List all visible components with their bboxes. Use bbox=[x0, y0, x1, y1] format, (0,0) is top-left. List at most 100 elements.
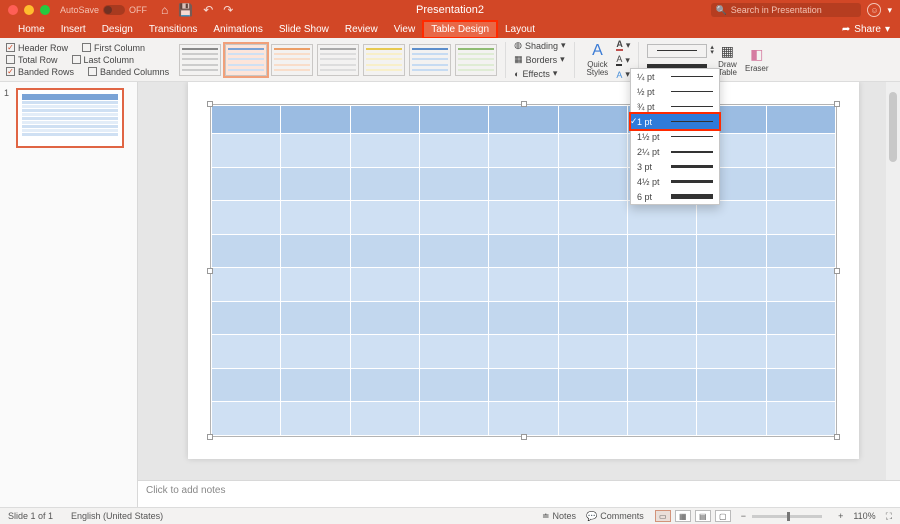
minimize-window-button[interactable] bbox=[24, 5, 34, 15]
pen-width-option[interactable]: ¼ pt bbox=[631, 69, 719, 84]
resize-handle-n[interactable] bbox=[521, 101, 527, 107]
redo-icon[interactable]: ↷ bbox=[223, 3, 233, 17]
table-style-4[interactable] bbox=[317, 44, 359, 76]
table-style-2[interactable] bbox=[225, 44, 267, 76]
fit-to-window-button[interactable]: ⛶ bbox=[886, 511, 892, 522]
tab-table-design[interactable]: Table Design bbox=[423, 21, 497, 38]
banded-rows-checkbox[interactable]: ✓Banded Rows bbox=[6, 67, 74, 77]
search-input[interactable]: 🔍 Search in Presentation bbox=[711, 3, 861, 17]
language-indicator[interactable]: English (United States) bbox=[71, 511, 163, 521]
feedback-caret[interactable]: ▾ bbox=[887, 5, 892, 16]
table-style-7[interactable] bbox=[455, 44, 497, 76]
resize-handle-se[interactable] bbox=[834, 434, 840, 440]
total-row-checkbox[interactable]: Total Row bbox=[6, 55, 58, 65]
first-column-checkbox[interactable]: First Column bbox=[82, 43, 145, 53]
close-window-button[interactable] bbox=[8, 5, 18, 15]
banded-columns-checkbox[interactable]: Banded Columns bbox=[88, 67, 169, 77]
quick-styles-icon: A bbox=[592, 42, 603, 60]
pen-width-option[interactable]: 3 pt bbox=[631, 159, 719, 174]
notes-toggle[interactable]: ≐Notes bbox=[542, 511, 576, 522]
quick-access-toolbar: ⌂ 💾 ↶ ↷ bbox=[161, 3, 233, 17]
table-style-1[interactable] bbox=[179, 44, 221, 76]
undo-icon[interactable]: ↶ bbox=[203, 3, 213, 17]
text-outline-button[interactable]: A▾ bbox=[616, 54, 630, 66]
pen-width-option[interactable]: 1½ pt bbox=[631, 129, 719, 144]
comments-toggle[interactable]: 💬Comments bbox=[586, 511, 644, 522]
sorter-view-button[interactable]: ▦ bbox=[675, 510, 691, 522]
tab-view[interactable]: View bbox=[386, 21, 424, 38]
slide[interactable] bbox=[188, 82, 859, 459]
autosave-toggle[interactable]: AutoSave OFF bbox=[60, 5, 147, 15]
tab-slideshow[interactable]: Slide Show bbox=[271, 21, 337, 38]
eraser-button[interactable]: ◧ Eraser bbox=[741, 46, 773, 73]
zoom-slider[interactable] bbox=[752, 515, 822, 518]
pen-width-option[interactable]: ¾ pt bbox=[631, 99, 719, 114]
ribbon-tabs: Home Insert Design Transitions Animation… bbox=[0, 20, 900, 38]
effects-button[interactable]: ◐Effects▾ bbox=[514, 68, 565, 79]
text-outline-icon: A bbox=[616, 54, 622, 66]
zoom-in-button[interactable]: + bbox=[838, 511, 843, 521]
last-column-checkbox[interactable]: Last Column bbox=[72, 55, 135, 65]
resize-handle-ne[interactable] bbox=[834, 101, 840, 107]
quick-styles-button[interactable]: A Quick Styles bbox=[583, 42, 613, 77]
slide-indicator[interactable]: Slide 1 of 1 bbox=[8, 511, 53, 521]
save-icon[interactable]: 💾 bbox=[178, 3, 193, 17]
shading-button[interactable]: ◍Shading▾ bbox=[514, 40, 565, 51]
header-row-checkbox[interactable]: ✓Header Row bbox=[6, 43, 68, 53]
notes-pane[interactable]: Click to add notes bbox=[138, 480, 900, 507]
tab-review[interactable]: Review bbox=[337, 21, 386, 38]
slideshow-view-button[interactable]: ▢ bbox=[715, 510, 731, 522]
tab-insert[interactable]: Insert bbox=[53, 21, 94, 38]
text-effects-button[interactable]: A▾ bbox=[616, 69, 630, 80]
pen-width-dropdown: ¼ pt½ pt¾ pt✓1 pt1½ pt2¼ pt3 pt4½ pt6 pt bbox=[630, 68, 720, 205]
zoom-out-button[interactable]: − bbox=[741, 511, 746, 521]
view-switcher: ▭ ▦ ▤ ▢ bbox=[654, 510, 731, 522]
borders-icon: ▦ bbox=[514, 54, 523, 65]
pen-width-option[interactable]: 2¼ pt bbox=[631, 144, 719, 159]
autosave-switch[interactable] bbox=[103, 5, 125, 15]
tab-layout[interactable]: Layout bbox=[497, 21, 543, 38]
pen-width-selector[interactable]: ▴▾ bbox=[647, 44, 714, 58]
text-effects-icon: A bbox=[616, 70, 622, 80]
table-grid[interactable] bbox=[211, 105, 836, 436]
resize-handle-s[interactable] bbox=[521, 434, 527, 440]
maximize-window-button[interactable] bbox=[40, 5, 50, 15]
pen-width-option[interactable]: 6 pt bbox=[631, 189, 719, 204]
slide-thumbnail-1[interactable] bbox=[16, 88, 124, 148]
comments-icon: 💬 bbox=[586, 511, 597, 522]
notes-icon: ≐ bbox=[542, 511, 550, 522]
feedback-icon[interactable]: ☺ bbox=[867, 3, 881, 17]
autosave-state: OFF bbox=[129, 5, 147, 15]
resize-handle-nw[interactable] bbox=[207, 101, 213, 107]
tab-design[interactable]: Design bbox=[94, 21, 141, 38]
resize-handle-e[interactable] bbox=[834, 268, 840, 274]
selected-table[interactable] bbox=[210, 104, 837, 437]
table-style-3[interactable] bbox=[271, 44, 313, 76]
text-fill-button[interactable]: A▾ bbox=[616, 39, 630, 51]
slide-canvas[interactable]: Click to add notes bbox=[138, 82, 900, 507]
tab-animations[interactable]: Animations bbox=[205, 21, 270, 38]
table-style-6[interactable] bbox=[409, 44, 451, 76]
pen-width-option[interactable]: 4½ pt bbox=[631, 174, 719, 189]
reading-view-button[interactable]: ▤ bbox=[695, 510, 711, 522]
borders-button[interactable]: ▦Borders▾ bbox=[514, 54, 565, 65]
resize-handle-sw[interactable] bbox=[207, 434, 213, 440]
search-icon: 🔍 bbox=[715, 5, 726, 16]
title-bar: AutoSave OFF ⌂ 💾 ↶ ↷ Presentation2 🔍 Sea… bbox=[0, 0, 900, 20]
table-styles-gallery[interactable] bbox=[179, 44, 497, 76]
eraser-icon: ◧ bbox=[750, 46, 763, 63]
slide-thumbnails-pane[interactable]: 1 bbox=[0, 82, 138, 507]
table-style-5[interactable] bbox=[363, 44, 405, 76]
pen-width-option[interactable]: ✓1 pt bbox=[631, 114, 719, 129]
vertical-scrollbar[interactable] bbox=[886, 82, 900, 480]
home-icon[interactable]: ⌂ bbox=[161, 3, 168, 17]
effects-icon: ◐ bbox=[514, 69, 519, 79]
zoom-level[interactable]: 110% bbox=[853, 511, 875, 521]
tab-transitions[interactable]: Transitions bbox=[141, 21, 206, 38]
share-button[interactable]: ➦Share▾ bbox=[832, 21, 900, 38]
normal-view-button[interactable]: ▭ bbox=[655, 510, 671, 522]
table-style-options: ✓Header Row First Column Total Row Last … bbox=[6, 43, 169, 77]
resize-handle-w[interactable] bbox=[207, 268, 213, 274]
tab-home[interactable]: Home bbox=[10, 21, 53, 38]
pen-width-option[interactable]: ½ pt bbox=[631, 84, 719, 99]
